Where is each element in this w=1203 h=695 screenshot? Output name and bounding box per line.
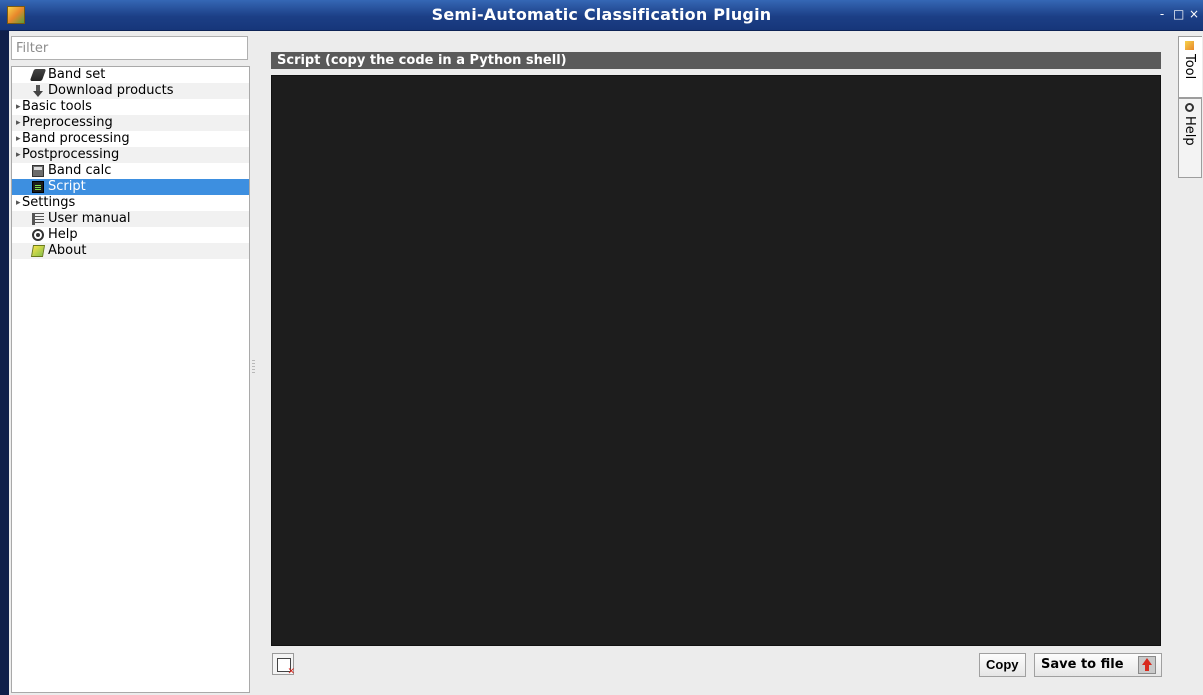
window-title: Semi-Automatic Classification Plugin bbox=[431, 5, 772, 24]
tree-item-settings[interactable]: ▸ Settings bbox=[12, 195, 249, 211]
help-icon bbox=[32, 229, 44, 241]
tree-item-user-manual[interactable]: User manual bbox=[12, 211, 249, 227]
about-icon bbox=[30, 245, 46, 257]
tree-item-band-calc[interactable]: Band calc bbox=[12, 163, 249, 179]
tree-item-about[interactable]: About bbox=[12, 243, 249, 259]
tree-item-label: Basic tools bbox=[22, 99, 92, 114]
script-header: Script (copy the code in a Python shell) bbox=[271, 52, 1161, 69]
tree-item-basic-tools[interactable]: ▸ Basic tools bbox=[12, 99, 249, 115]
tree-item-band-processing[interactable]: ▸ Band processing bbox=[12, 131, 249, 147]
copy-button[interactable]: Copy bbox=[979, 653, 1026, 677]
title-bar: Semi-Automatic Classification Plugin - □… bbox=[0, 0, 1203, 31]
tree-item-label: Band processing bbox=[22, 131, 130, 146]
tab-tool[interactable]: Tool bbox=[1178, 36, 1202, 98]
tree-item-help[interactable]: Help bbox=[12, 227, 249, 243]
tree-item-label: Postprocessing bbox=[22, 147, 120, 162]
left-edge bbox=[0, 31, 9, 695]
band-set-icon bbox=[29, 69, 47, 81]
minimize-button[interactable]: - bbox=[1157, 7, 1167, 21]
maximize-button[interactable]: □ bbox=[1173, 7, 1184, 21]
tree-item-label: Settings bbox=[22, 195, 76, 210]
tool-icon bbox=[1184, 41, 1194, 50]
calculator-icon bbox=[32, 165, 44, 177]
tree-item-label: Preprocessing bbox=[22, 115, 113, 130]
tree-item-label: User manual bbox=[48, 211, 131, 226]
tree-item-label: Download products bbox=[48, 83, 174, 98]
filter-input[interactable] bbox=[11, 36, 248, 60]
clear-icon bbox=[277, 658, 295, 677]
tool-tree: Band set Download products ▸ Basic tools… bbox=[11, 66, 250, 693]
tree-item-label: Band calc bbox=[48, 163, 112, 178]
upload-arrow-icon bbox=[1138, 656, 1156, 674]
help-icon bbox=[1184, 103, 1194, 112]
download-icon bbox=[32, 85, 44, 97]
script-icon bbox=[32, 181, 44, 193]
clear-script-button[interactable] bbox=[272, 653, 295, 677]
save-to-file-label: Save to file bbox=[1041, 657, 1124, 672]
tab-help[interactable]: Help bbox=[1178, 98, 1202, 178]
save-to-file-button[interactable]: Save to file bbox=[1034, 653, 1162, 677]
tab-help-content: Help bbox=[1182, 103, 1197, 146]
tree-item-label: Help bbox=[48, 227, 78, 242]
panel-splitter[interactable] bbox=[252, 360, 255, 374]
tree-item-preprocessing[interactable]: ▸ Preprocessing bbox=[12, 115, 249, 131]
tab-tool-label: Tool bbox=[1182, 54, 1197, 80]
tree-item-script[interactable]: Script bbox=[12, 179, 249, 195]
side-tabs: Tool Help bbox=[1178, 36, 1203, 695]
tab-tool-content: Tool bbox=[1182, 41, 1197, 79]
tree-item-postprocessing[interactable]: ▸ Postprocessing bbox=[12, 147, 249, 163]
close-button[interactable]: × bbox=[1189, 7, 1199, 21]
tree-item-label: Script bbox=[48, 179, 86, 194]
window-controls: - □ × bbox=[1157, 7, 1199, 21]
manual-icon bbox=[32, 213, 44, 225]
script-code-editor[interactable] bbox=[271, 75, 1161, 646]
tab-help-label: Help bbox=[1182, 116, 1197, 146]
tree-item-band-set[interactable]: Band set bbox=[12, 67, 249, 83]
tree-item-label: About bbox=[48, 243, 87, 258]
tree-item-download-products[interactable]: Download products bbox=[12, 83, 249, 99]
tree-item-label: Band set bbox=[48, 67, 106, 82]
